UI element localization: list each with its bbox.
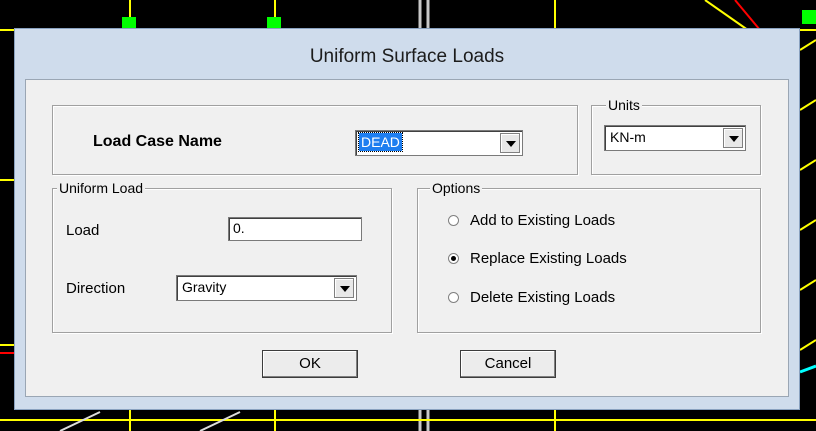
units-legend: Units	[606, 97, 642, 113]
option-label: Add to Existing Loads	[470, 212, 616, 229]
load-label: Load	[66, 222, 100, 239]
chevron-down-icon[interactable]	[500, 133, 520, 153]
uniform-load-legend: Uniform Load	[57, 180, 146, 196]
uniform-surface-loads-dialog: Uniform Surface Loads Load Case Name DEA…	[14, 28, 800, 410]
direction-label: Direction	[66, 280, 126, 297]
options-group: Options Add to Existing Loads Replace Ex…	[417, 180, 761, 333]
radio-button-selected[interactable]	[448, 253, 459, 264]
units-value: KN-m	[610, 129, 646, 145]
cancel-button[interactable]: Cancel	[460, 350, 556, 378]
dialog-client-area: Load Case Name DEAD Units KN-m Uniform L…	[25, 79, 789, 397]
option-label: Replace Existing Loads	[470, 250, 627, 267]
load-case-select[interactable]: DEAD	[355, 130, 523, 156]
ok-button[interactable]: OK	[262, 350, 358, 378]
load-case-value: DEAD	[358, 132, 403, 152]
uniform-load-group: Uniform Load Load 0. Direction Gravity	[52, 180, 392, 333]
options-legend: Options	[430, 180, 483, 196]
option-label: Delete Existing Loads	[470, 289, 616, 306]
units-select[interactable]: KN-m	[604, 125, 746, 151]
units-group: Units KN-m	[591, 97, 761, 175]
chevron-down-icon[interactable]	[334, 278, 354, 298]
direction-value: Gravity	[182, 279, 227, 295]
radio-button[interactable]	[448, 215, 459, 226]
dialog-title: Uniform Surface Loads	[309, 46, 505, 67]
load-input[interactable]: 0.	[228, 217, 362, 241]
direction-select[interactable]: Gravity	[176, 275, 357, 301]
load-case-name-label: Load Case Name	[93, 133, 222, 150]
radio-button[interactable]	[448, 292, 459, 303]
load-case-group: Load Case Name DEAD	[52, 105, 578, 175]
chevron-down-icon[interactable]	[723, 128, 743, 148]
